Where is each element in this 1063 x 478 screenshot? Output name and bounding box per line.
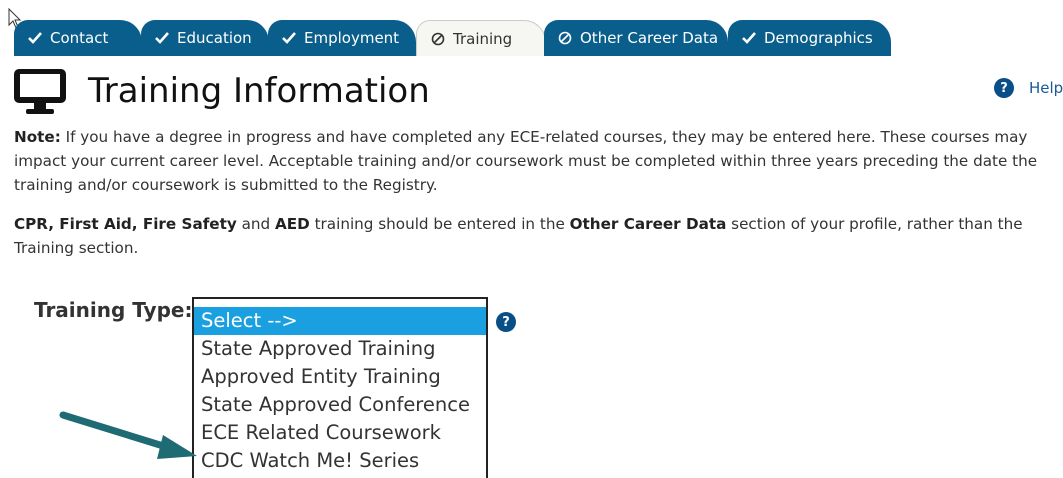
page-header: Training Information — [12, 66, 430, 116]
tab-label: Employment — [304, 29, 400, 47]
option-approved-entity-training[interactable]: Approved Entity Training — [194, 363, 486, 391]
tab-label: Education — [177, 29, 252, 47]
tab-label: Demographics — [764, 29, 873, 47]
note-text: If you have a degree in progress and hav… — [14, 128, 1038, 194]
cpr-paragraph: CPR, First Aid, Fire Safety and AED trai… — [14, 212, 1059, 260]
other-career-data-bold-text: Other Career Data — [569, 215, 727, 233]
cpr-text: and — [236, 215, 276, 233]
ban-icon — [556, 31, 574, 45]
tab-other-career-data[interactable]: Other Career Data — [544, 20, 728, 56]
aed-bold-text: AED — [275, 215, 310, 233]
tab-education[interactable]: Education — [141, 20, 269, 56]
training-type-help-icon[interactable]: ? — [496, 312, 516, 332]
ban-icon — [429, 32, 447, 46]
profile-tabs: Contact Education Employment Training Ot… — [0, 16, 1063, 56]
checkmark-icon — [740, 32, 758, 44]
tab-contact[interactable]: Contact — [14, 20, 142, 56]
option-state-approved-training[interactable]: State Approved Training — [194, 335, 486, 363]
help-label: Help — [1029, 79, 1063, 97]
note-label: Note: — [14, 128, 61, 146]
option-ece-related-coursework[interactable]: ECE Related Coursework — [194, 419, 486, 447]
option-select[interactable]: Select --> — [194, 307, 486, 335]
checkmark-icon — [280, 32, 298, 44]
monitor-icon — [14, 69, 66, 114]
checkmark-icon — [26, 32, 44, 44]
training-type-select[interactable]: Select --> State Approved Training Appro… — [192, 297, 488, 478]
help-link[interactable]: ? Help — [994, 78, 1063, 98]
tab-employment[interactable]: Employment — [268, 20, 416, 56]
page-title: Training Information — [88, 71, 430, 111]
tab-label: Contact — [50, 29, 109, 47]
option-cdc-watch-me-series[interactable]: CDC Watch Me! Series — [194, 447, 486, 475]
tab-demographics[interactable]: Demographics — [728, 20, 891, 56]
option-state-approved-conference[interactable]: State Approved Conference — [194, 391, 486, 419]
tab-training[interactable]: Training — [416, 20, 546, 56]
annotation-arrow — [59, 411, 197, 459]
checkmark-icon — [153, 32, 171, 44]
training-type-label: Training Type: — [34, 298, 193, 322]
cpr-bold-text: CPR, First Aid, Fire Safety — [14, 215, 237, 233]
note-paragraph: Note: If you have a degree in progress a… — [14, 125, 1059, 197]
tab-label: Other Career Data — [580, 29, 719, 47]
help-icon: ? — [994, 78, 1014, 98]
tab-label: Training — [453, 29, 513, 48]
cpr-text: training should be entered in the — [309, 215, 570, 233]
